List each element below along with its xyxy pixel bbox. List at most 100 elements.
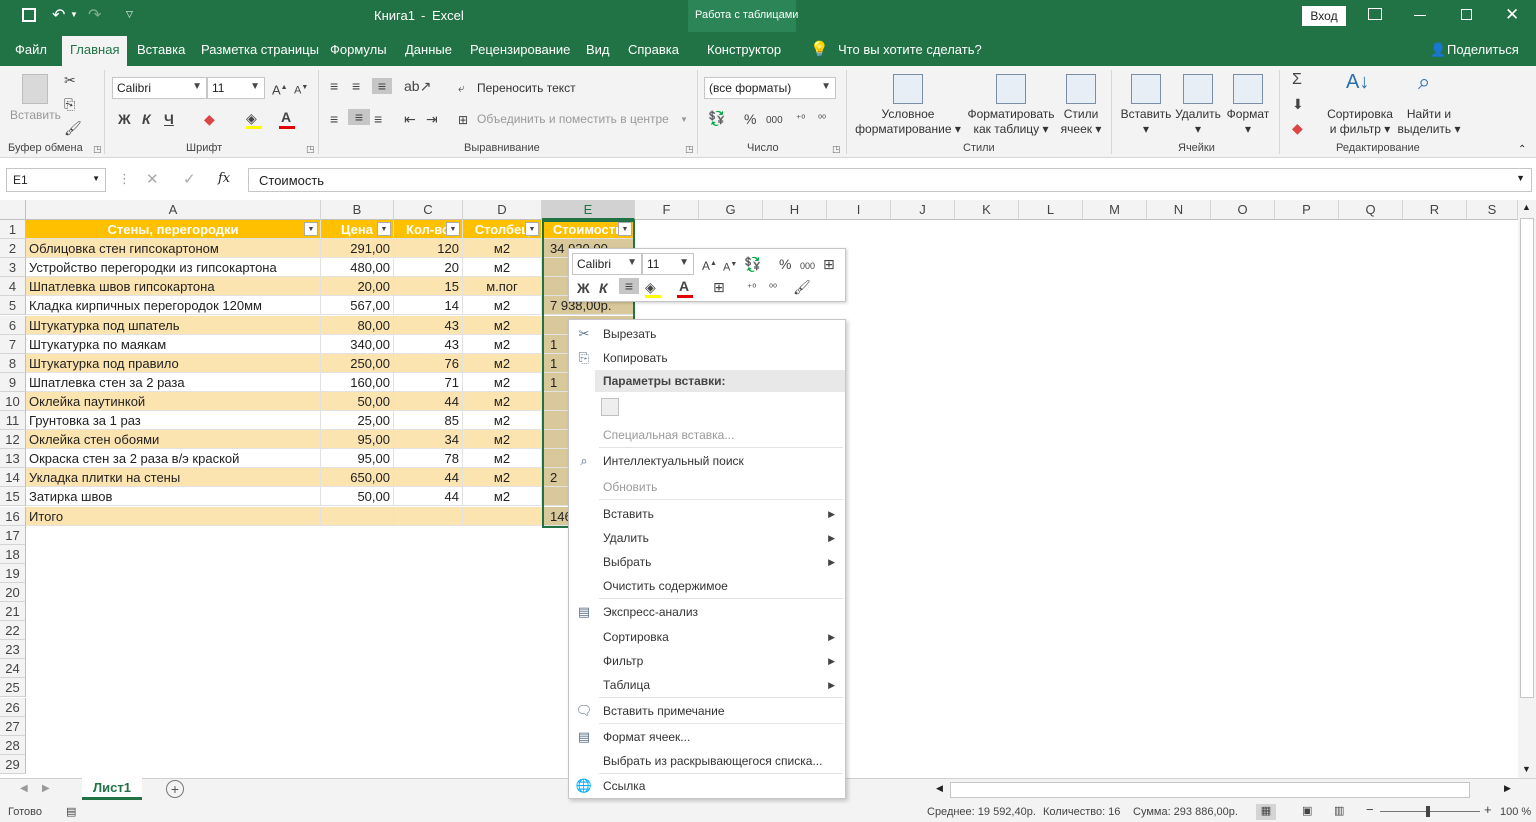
column-header-c[interactable]: C [394,200,463,220]
tab-page-layout[interactable]: Разметка страницы [201,42,319,57]
conditional-formatting-icon[interactable] [893,74,923,104]
insert-function-icon[interactable]: fx [218,171,230,186]
mini-thousands-icon[interactable]: 000 [800,258,815,274]
table-cell[interactable]: 43 [394,315,463,335]
tab-home[interactable]: Главная [62,36,128,66]
align-top-icon[interactable]: ≡ [330,78,338,94]
align-middle-icon[interactable]: ≡ [352,78,360,94]
zoom-in-icon[interactable]: + [1484,802,1492,817]
table-cell[interactable]: 250,00 [321,353,394,373]
table-cell[interactable]: Шпатлевка стен за 2 раза [26,372,321,392]
row-header[interactable]: 24 [0,659,26,679]
table-cell[interactable]: Кладка кирпичных перегородок 120мм [26,296,321,316]
menu-filter[interactable]: Фильтр ▶ [569,649,845,673]
zoom-level[interactable]: 100 % [1500,806,1531,818]
filter-dropdown-icon[interactable]: ▼ [525,222,539,236]
paste-icon[interactable] [22,74,48,104]
ribbon-display-icon[interactable] [1368,8,1382,20]
table-cell[interactable]: Укладка плитки на стены [26,468,321,488]
font-launcher-icon[interactable]: ◳ [306,144,315,155]
mini-italic-button[interactable]: К [599,280,608,296]
column-header-a[interactable]: A [26,200,321,220]
table-cell[interactable]: 71 [394,372,463,392]
menu-quick-analysis[interactable]: ▤ Экспресс-анализ [569,600,845,624]
sheet-tab-list1[interactable]: Лист1 [82,778,142,800]
horizontal-scroll-thumb[interactable] [950,782,1470,798]
table-cell[interactable]: Оклейка паутинкой [26,391,321,411]
table-cell[interactable]: 25,00 [321,411,394,430]
table-cell[interactable]: м2 [463,315,542,335]
align-left-icon[interactable]: ≡ [330,111,338,127]
close-icon[interactable]: ✕ [1505,5,1519,25]
row-header[interactable]: 10 [0,391,26,411]
table-cell[interactable]: 34 [394,430,463,450]
share-button[interactable]: Поделиться [1447,42,1519,57]
row-header[interactable]: 16 [0,506,26,526]
tab-view[interactable]: Вид [586,42,610,57]
menu-insert-comment[interactable]: 🗨 Вставить примечание [569,699,845,723]
format-as-table-button[interactable]: Форматировать как таблицу ▾ [963,107,1059,137]
table-cell[interactable]: 76 [394,353,463,373]
table-cell[interactable]: 44 [394,468,463,488]
row-header[interactable]: 2 [0,239,26,259]
zoom-slider[interactable] [1380,811,1480,812]
borders-icon[interactable]: ◆ [204,111,215,127]
table-header-cell[interactable]: Цена ▼ [321,220,394,239]
table-cell[interactable]: Итого [26,506,321,526]
cell-styles-icon[interactable] [1066,74,1096,104]
save-icon[interactable] [22,8,36,22]
font-color-icon[interactable]: A [281,109,291,125]
table-cell[interactable]: 291,00 [321,239,394,259]
row-header[interactable]: 28 [0,735,26,755]
table-cell[interactable]: 15 [394,277,463,297]
menu-format-cells[interactable]: ▤ Формат ячеек... [569,725,845,749]
tab-review[interactable]: Рецензирование [470,42,570,57]
table-cell[interactable]: 120 [394,239,463,259]
table-cell[interactable]: м2 [463,334,542,354]
filter-dropdown-icon[interactable]: ▼ [377,222,391,236]
customize-qat-icon[interactable]: ▽ [126,9,133,20]
fill-color-icon[interactable]: ◈ [246,110,257,126]
increase-indent-icon[interactable]: ⇥ [426,111,438,127]
table-cell[interactable] [394,506,463,526]
table-cell[interactable]: 650,00 [321,468,394,488]
italic-button[interactable]: К [142,111,151,127]
table-cell[interactable]: Штукатурка под шпатель [26,315,321,335]
table-cell[interactable]: м2 [463,372,542,392]
column-header-o[interactable]: O [1211,200,1275,220]
copy-icon[interactable]: ⎘ [64,96,75,112]
row-header[interactable]: 26 [0,697,26,717]
table-cell[interactable]: Штукатурка под правило [26,353,321,373]
row-header[interactable]: 8 [0,353,26,373]
align-bottom-icon[interactable]: ≡ [372,78,392,94]
zoom-out-icon[interactable]: − [1366,802,1374,817]
column-header-m[interactable]: M [1083,200,1147,220]
page-break-view-icon[interactable]: ▥ [1334,804,1344,817]
table-cell[interactable]: м2 [463,411,542,430]
align-center-icon[interactable]: ≡ [348,109,370,125]
column-header-l[interactable]: L [1019,200,1083,220]
column-header-s[interactable]: S [1467,200,1518,220]
mini-currency-icon[interactable]: 💱 [744,256,761,272]
increase-font-icon[interactable]: A▲ [272,80,288,98]
row-header[interactable]: 21 [0,602,26,621]
alignment-launcher-icon[interactable]: ◳ [685,144,694,155]
tab-file[interactable]: Файл [15,42,47,57]
column-header-n[interactable]: N [1147,200,1211,220]
mini-bold-button[interactable]: Ж [577,280,590,296]
insert-cells-button[interactable]: Вставить ▾ [1119,107,1173,137]
orientation-icon[interactable]: ab↗ [404,78,431,94]
row-header[interactable]: 17 [0,525,26,545]
format-cells-icon[interactable] [1233,74,1263,104]
table-cell[interactable] [463,506,542,526]
table-cell[interactable]: 85 [394,411,463,430]
font-size-combo[interactable]: 11 ▼ [207,77,265,99]
fill-icon[interactable]: ⬇ [1292,96,1304,112]
minimize-icon[interactable] [1414,15,1426,16]
column-header-g[interactable]: G [699,200,763,220]
signin-button[interactable]: Вход [1302,6,1346,26]
wrap-text-button[interactable]: Переносить текст [477,81,576,96]
row-header[interactable]: 22 [0,621,26,641]
decrease-decimal-icon[interactable]: ⁰⁰ [818,112,826,128]
table-cell[interactable]: 567,00 [321,296,394,316]
